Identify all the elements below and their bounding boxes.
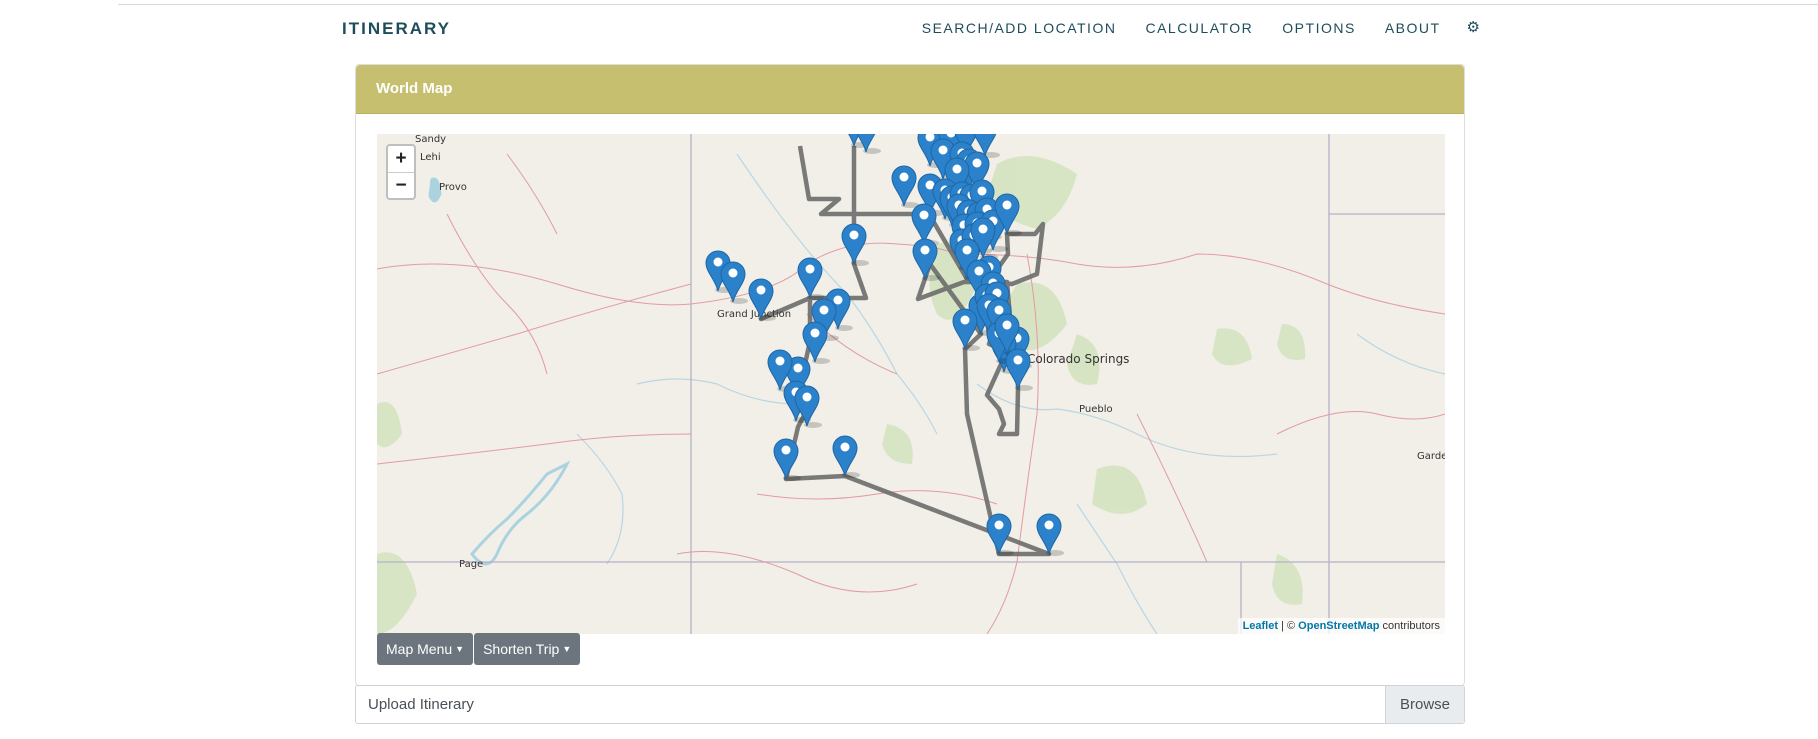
browse-button[interactable]: Browse	[1385, 686, 1464, 723]
place-label-lehi: Lehi	[420, 152, 441, 163]
place-label-provo: Provo	[439, 182, 467, 193]
nav-links: SEARCH/ADD LOCATION CALCULATOR OPTIONS A…	[893, 20, 1480, 36]
map-attribution: Leaflet | © OpenStreetMap contributors	[1237, 618, 1445, 634]
map-marker-icon[interactable]	[773, 438, 801, 481]
upload-itinerary-field[interactable]: Upload Itinerary Browse	[355, 685, 1465, 724]
nav-about[interactable]: ABOUT	[1385, 20, 1441, 36]
map-marker-icon[interactable]	[1005, 348, 1033, 391]
map-view[interactable]: Sandy Lehi Provo Grand Junction Colorado…	[377, 134, 1445, 634]
upload-itinerary-label: Upload Itinerary	[368, 696, 474, 713]
place-label-garden-city: Garden City	[1417, 451, 1445, 462]
nav-search-add-location[interactable]: SEARCH/ADD LOCATION	[922, 20, 1117, 36]
place-label-sandy: Sandy	[415, 134, 446, 145]
chevron-down-icon: ▼	[455, 644, 465, 654]
openstreetmap-link[interactable]: OpenStreetMap	[1298, 620, 1379, 632]
place-label-colorado-springs: Colorado Springs	[1027, 352, 1129, 366]
leaflet-link[interactable]: Leaflet	[1243, 620, 1278, 632]
navbar: ITINERARY SEARCH/ADD LOCATION CALCULATOR…	[0, 10, 1818, 50]
top-divider	[118, 4, 1818, 5]
attribution-contributors: contributors	[1379, 620, 1440, 632]
place-label-page: Page	[459, 559, 483, 570]
attribution-separator: | ©	[1278, 620, 1299, 632]
place-label-grand-junction: Grand Junction	[717, 309, 791, 320]
place-label-pueblo: Pueblo	[1079, 404, 1113, 415]
map-menu-button[interactable]: Map Menu ▼	[377, 633, 474, 665]
map-menu-label: Map Menu	[386, 641, 453, 657]
shorten-trip-button[interactable]: Shorten Trip ▼	[474, 633, 581, 665]
map-marker-icon[interactable]	[986, 513, 1014, 556]
nav-calculator[interactable]: CALCULATOR	[1145, 20, 1253, 36]
map-button-row: Map Menu ▼ Shorten Trip ▼	[377, 633, 581, 665]
map-marker-icon[interactable]	[797, 257, 825, 300]
map-canvas[interactable]: Sandy Lehi Provo Grand Junction Colorado…	[377, 134, 1445, 634]
shorten-trip-label: Shorten Trip	[483, 641, 560, 657]
card-title: World Map	[356, 65, 1464, 114]
map-marker-icon[interactable]	[841, 223, 869, 266]
map-marker-icon[interactable]	[832, 435, 860, 478]
gear-icon[interactable]: ⚙	[1467, 20, 1480, 35]
map-marker-icon[interactable]	[891, 165, 919, 208]
map-marker-icon[interactable]	[720, 261, 748, 304]
chevron-down-icon: ▼	[562, 644, 572, 654]
nav-options[interactable]: OPTIONS	[1282, 20, 1356, 36]
zoom-control: + −	[386, 144, 416, 200]
zoom-out-button[interactable]: −	[388, 173, 414, 199]
world-map-card: World Map Sandy Lehi Provo Grand Junctio…	[355, 64, 1465, 686]
zoom-in-button[interactable]: +	[388, 146, 414, 173]
brand-link[interactable]: ITINERARY	[342, 19, 451, 39]
